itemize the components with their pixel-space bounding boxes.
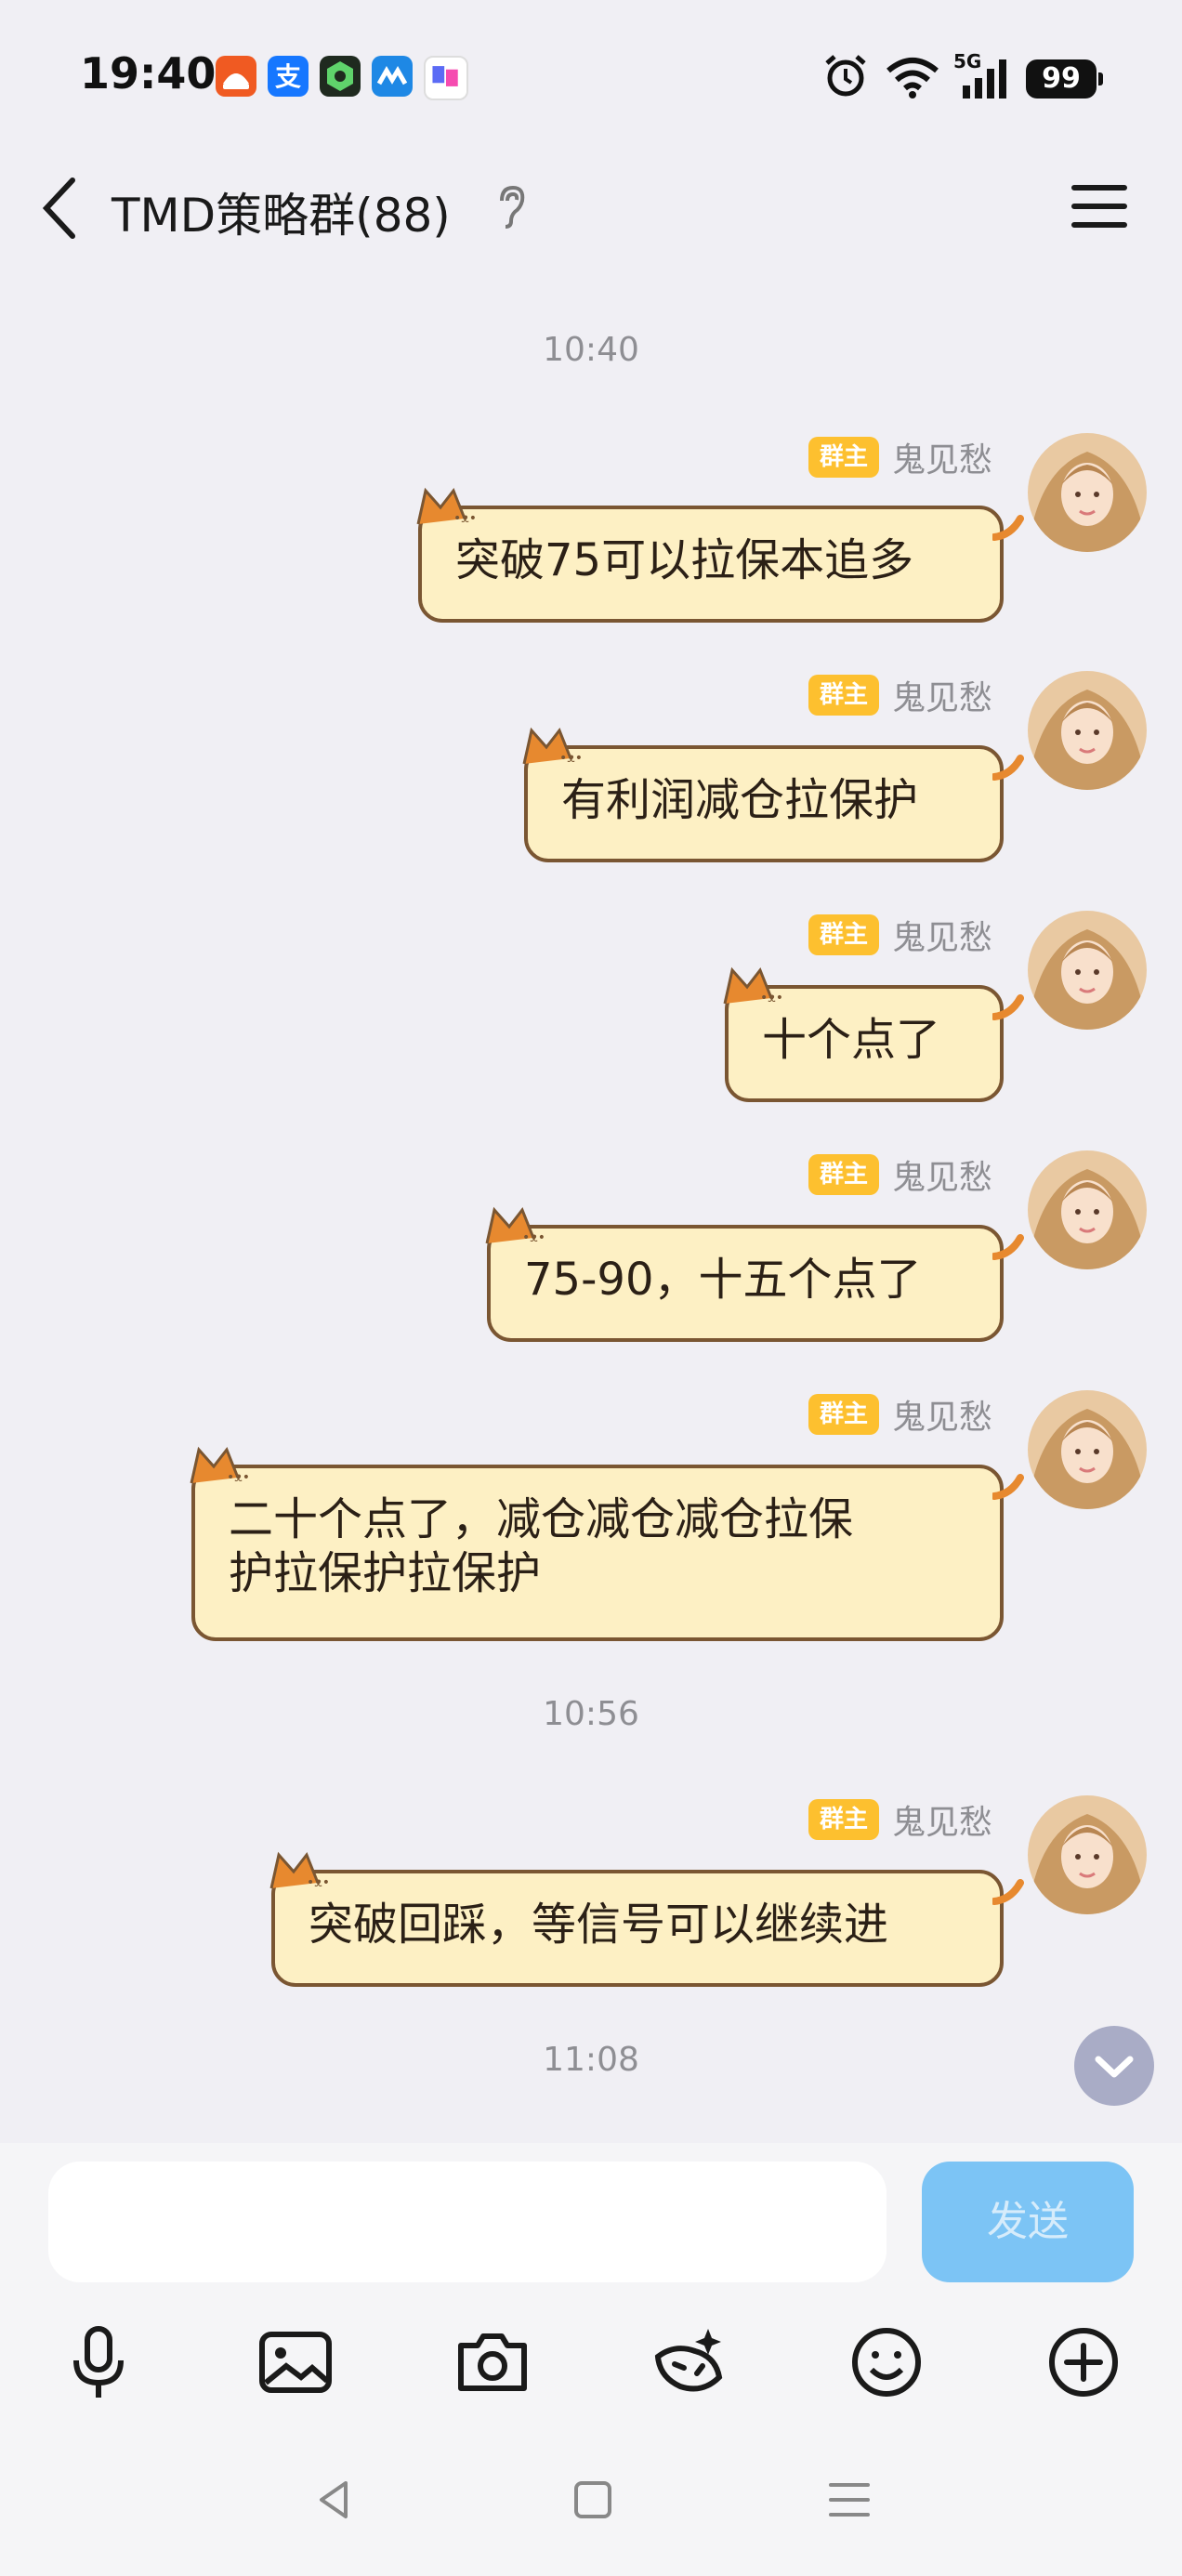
- alipay-icon: 支: [268, 56, 309, 97]
- message-text: 有利润减仓拉保护: [561, 774, 919, 826]
- green-hex-app-icon: [320, 56, 361, 97]
- microphone-icon[interactable]: [56, 2320, 141, 2405]
- svg-text:•ᴥ•: •ᴥ•: [227, 1470, 250, 1485]
- cat-ear-decoration: •ᴥ•: [269, 1851, 330, 1890]
- timestamp: 10:56: [543, 1695, 639, 1733]
- sender-name[interactable]: 鬼见愁: [892, 1150, 992, 1199]
- cat-tail-decoration: [992, 1474, 1024, 1500]
- timestamp: 10:40: [543, 331, 639, 369]
- owner-badge: 群主: [808, 914, 879, 955]
- ear-icon[interactable]: [494, 184, 528, 234]
- status-bar: 19:40 支 5G 99: [0, 0, 1182, 139]
- avatar[interactable]: [1028, 911, 1147, 1030]
- image-icon[interactable]: [253, 2320, 338, 2405]
- chevron-down-icon: [1095, 2056, 1134, 2078]
- cat-tail-decoration: [992, 1234, 1024, 1260]
- message-input[interactable]: [48, 2162, 886, 2282]
- svg-text:支: 支: [275, 61, 301, 92]
- owner-badge: 群主: [808, 1154, 879, 1195]
- menu-icon[interactable]: [1070, 180, 1128, 236]
- cat-tail-decoration: [992, 515, 1024, 541]
- home-square-icon[interactable]: [565, 2472, 621, 2528]
- message-bubble[interactable]: •ᴥ• 二十个点了，减仓减仓减仓拉保 护拉保护拉保护: [190, 1446, 1024, 1641]
- message-text: 突破75可以拉保本追多: [455, 534, 914, 586]
- avatar[interactable]: [1028, 671, 1147, 790]
- cat-ear-decoration: •ᴥ•: [485, 1206, 545, 1245]
- avatar[interactable]: [1028, 433, 1147, 552]
- cat-ear-decoration: •ᴥ•: [723, 966, 783, 1005]
- message-text: 75-90，十五个点了: [524, 1254, 922, 1306]
- sender-line: 群主 鬼见愁: [808, 435, 992, 480]
- owner-badge: 群主: [808, 1394, 879, 1435]
- avatar[interactable]: [1028, 1390, 1147, 1509]
- status-time: 19:40: [80, 48, 217, 99]
- group-title[interactable]: TMD策略群(88): [112, 178, 451, 245]
- owner-badge: 群主: [808, 1799, 879, 1840]
- message-text: 十个点了: [762, 1014, 941, 1066]
- owner-badge: 群主: [808, 675, 879, 716]
- send-button[interactable]: 发送: [922, 2162, 1134, 2282]
- timestamp: 11:08: [543, 2041, 639, 2079]
- message-text: 突破回踩，等信号可以继续进: [309, 1899, 889, 1951]
- cat-ear-decoration: •ᴥ•: [522, 727, 583, 766]
- cat-tail-decoration: [992, 994, 1024, 1020]
- alarm-icon: [821, 52, 870, 104]
- wifi-icon: [885, 56, 940, 102]
- signal-icon: [961, 58, 1009, 102]
- avatar[interactable]: [1028, 1795, 1147, 1914]
- mixed-app-icon: [424, 56, 468, 100]
- taobao-icon: [216, 56, 256, 97]
- sticker-icon[interactable]: [647, 2320, 732, 2405]
- message-text-line: 护拉保护拉保护: [229, 1547, 542, 1599]
- sender-name[interactable]: 鬼见愁: [892, 433, 992, 481]
- sender-name[interactable]: 鬼见愁: [892, 911, 992, 959]
- sender-line: 群主 鬼见愁: [808, 673, 992, 717]
- sender-line: 群主 鬼见愁: [808, 1797, 992, 1842]
- message-text-line: 二十个点了，减仓减仓减仓拉保: [229, 1493, 854, 1545]
- sender-name[interactable]: 鬼见愁: [892, 1795, 992, 1844]
- sender-line: 群主 鬼见愁: [808, 1392, 992, 1437]
- message-bubble[interactable]: •ᴥ• 突破75可以拉保本追多: [416, 487, 1024, 623]
- cat-tail-decoration: [992, 1879, 1024, 1905]
- emoji-icon[interactable]: [844, 2320, 929, 2405]
- message-bubble[interactable]: •ᴥ• 有利润减仓拉保护: [522, 727, 1024, 862]
- sender-line: 群主 鬼见愁: [808, 913, 992, 957]
- message-bubble[interactable]: •ᴥ• 75-90，十五个点了: [485, 1206, 1024, 1342]
- recents-menu-icon[interactable]: [821, 2472, 877, 2528]
- camera-icon[interactable]: [450, 2320, 535, 2405]
- avatar[interactable]: [1028, 1150, 1147, 1269]
- cat-ear-decoration: •ᴥ•: [416, 487, 477, 526]
- plus-icon[interactable]: [1041, 2320, 1126, 2405]
- svg-text:•ᴥ•: •ᴥ•: [522, 1230, 545, 1245]
- scroll-to-bottom-button[interactable]: [1074, 2026, 1154, 2106]
- sender-name[interactable]: 鬼见愁: [892, 671, 992, 719]
- message-bubble[interactable]: •ᴥ• 突破回踩，等信号可以继续进: [269, 1851, 1024, 1987]
- sender-name[interactable]: 鬼见愁: [892, 1390, 992, 1439]
- message-bubble[interactable]: •ᴥ• 十个点了: [723, 966, 1024, 1102]
- owner-badge: 群主: [808, 437, 879, 478]
- svg-text:•ᴥ•: •ᴥ•: [559, 751, 583, 766]
- back-triangle-icon[interactable]: [307, 2472, 362, 2528]
- svg-text:•ᴥ•: •ᴥ•: [760, 991, 783, 1005]
- svg-text:•ᴥ•: •ᴥ•: [307, 1875, 330, 1890]
- battery-icon: 99: [1026, 59, 1103, 99]
- svg-text:•ᴥ•: •ᴥ•: [453, 511, 477, 526]
- cat-tail-decoration: [992, 755, 1024, 781]
- sender-line: 群主 鬼见愁: [808, 1152, 992, 1197]
- cat-ear-decoration: •ᴥ•: [190, 1446, 250, 1485]
- back-icon[interactable]: [37, 175, 84, 245]
- blue-app-icon: [372, 56, 413, 97]
